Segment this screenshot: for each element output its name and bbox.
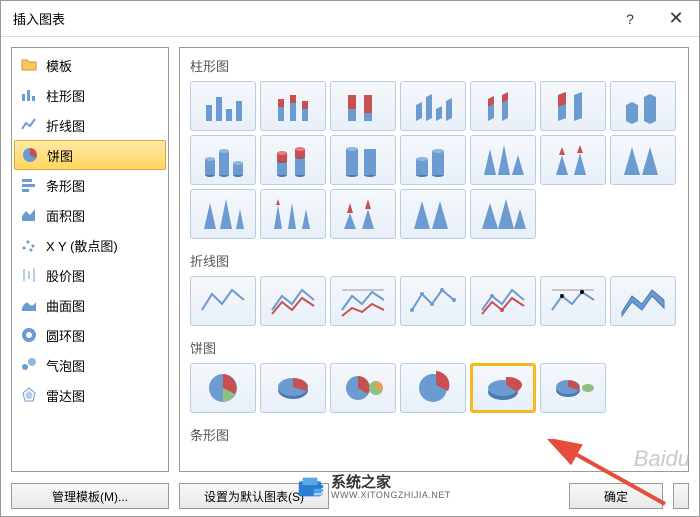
chart-grid bbox=[190, 81, 678, 239]
section-header: 折线图 bbox=[190, 247, 678, 276]
category-item-8[interactable]: 曲面图 bbox=[14, 290, 166, 320]
column-icon bbox=[20, 86, 38, 104]
radar-icon bbox=[20, 386, 38, 404]
surface-icon bbox=[20, 296, 38, 314]
ok-button[interactable]: 确定 bbox=[569, 483, 663, 509]
help-button[interactable]: ? bbox=[607, 1, 653, 37]
close-button[interactable]: ✕ bbox=[653, 1, 699, 37]
category-label: X Y (散点图) bbox=[46, 236, 118, 255]
bubble-icon bbox=[20, 356, 38, 374]
chart-tile[interactable] bbox=[470, 189, 536, 239]
chart-tile[interactable] bbox=[260, 81, 326, 131]
category-label: 饼图 bbox=[47, 146, 73, 165]
chart-grid bbox=[190, 363, 678, 413]
chart-tile[interactable] bbox=[190, 276, 256, 326]
chart-tile[interactable] bbox=[330, 135, 396, 185]
category-item-7[interactable]: 股价图 bbox=[14, 260, 166, 290]
category-item-9[interactable]: 圆环图 bbox=[14, 320, 166, 350]
chart-tile[interactable] bbox=[330, 276, 396, 326]
dialog-title: 插入图表 bbox=[13, 9, 607, 28]
chart-tile[interactable] bbox=[610, 276, 676, 326]
bar-icon bbox=[20, 176, 38, 194]
category-label: 曲面图 bbox=[46, 296, 85, 315]
section-header: 柱形图 bbox=[190, 52, 678, 81]
chart-tile[interactable] bbox=[470, 135, 536, 185]
manage-templates-button[interactable]: 管理模板(M)... bbox=[11, 483, 169, 509]
line-icon bbox=[20, 116, 38, 134]
area-icon bbox=[20, 206, 38, 224]
chart-tile[interactable] bbox=[400, 189, 466, 239]
pie-icon bbox=[21, 146, 39, 164]
chart-tile[interactable] bbox=[190, 189, 256, 239]
chart-tile[interactable] bbox=[470, 276, 536, 326]
chart-tile[interactable] bbox=[400, 81, 466, 131]
category-label: 气泡图 bbox=[46, 356, 85, 375]
chart-tile[interactable] bbox=[330, 81, 396, 131]
chart-tile[interactable] bbox=[260, 189, 326, 239]
chart-tile[interactable] bbox=[330, 363, 396, 413]
dialog-body: 模板柱形图折线图饼图条形图面积图X Y (散点图)股价图曲面图圆环图气泡图雷达图… bbox=[1, 37, 699, 482]
chart-grid bbox=[190, 276, 678, 326]
chart-tile[interactable] bbox=[400, 135, 466, 185]
chart-tile[interactable] bbox=[470, 363, 536, 413]
insert-chart-dialog: 插入图表 ? ✕ 模板柱形图折线图饼图条形图面积图X Y (散点图)股价图曲面图… bbox=[0, 0, 700, 517]
category-item-5[interactable]: 面积图 bbox=[14, 200, 166, 230]
brand-logo-icon bbox=[295, 472, 325, 502]
category-item-0[interactable]: 模板 bbox=[14, 50, 166, 80]
category-label: 柱形图 bbox=[46, 86, 85, 105]
chart-tile[interactable] bbox=[540, 363, 606, 413]
category-label: 雷达图 bbox=[46, 386, 85, 405]
section-header: 饼图 bbox=[190, 334, 678, 363]
category-item-10[interactable]: 气泡图 bbox=[14, 350, 166, 380]
category-list[interactable]: 模板柱形图折线图饼图条形图面积图 X Y (散点图) 股价图曲面图圆环图气泡图雷达图 bbox=[11, 47, 169, 472]
section-header: 条形图 bbox=[190, 421, 678, 450]
watermark: Baidu bbox=[634, 446, 690, 472]
cancel-button[interactable] bbox=[673, 483, 689, 509]
chart-tile[interactable] bbox=[540, 135, 606, 185]
chart-gallery[interactable]: 柱形图折线图饼图条形图 bbox=[179, 47, 689, 472]
chart-tile[interactable] bbox=[190, 81, 256, 131]
category-label: 折线图 bbox=[46, 116, 85, 135]
chart-tile[interactable] bbox=[190, 135, 256, 185]
chart-tile[interactable] bbox=[400, 363, 466, 413]
titlebar-controls: ? ✕ bbox=[607, 1, 699, 37]
brand-url: WWW.XITONGZHIJIA.NET bbox=[331, 490, 451, 500]
category-item-11[interactable]: 雷达图 bbox=[14, 380, 166, 410]
chart-tile[interactable] bbox=[260, 276, 326, 326]
category-label: 条形图 bbox=[46, 176, 85, 195]
chart-tile[interactable] bbox=[540, 276, 606, 326]
chart-tile[interactable] bbox=[260, 363, 326, 413]
brand-overlay: 系统之家 WWW.XITONGZHIJIA.NET bbox=[295, 472, 451, 502]
chart-tile[interactable] bbox=[470, 81, 536, 131]
doughnut-icon bbox=[20, 326, 38, 344]
chart-tile[interactable] bbox=[400, 276, 466, 326]
category-item-1[interactable]: 柱形图 bbox=[14, 80, 166, 110]
chart-tile[interactable] bbox=[540, 81, 606, 131]
category-label: 股价图 bbox=[46, 266, 85, 285]
category-item-6[interactable]: X Y (散点图) bbox=[14, 230, 166, 260]
titlebar: 插入图表 ? ✕ bbox=[1, 1, 699, 37]
chart-tile[interactable] bbox=[330, 189, 396, 239]
stock-icon bbox=[20, 266, 38, 284]
chart-tile[interactable] bbox=[610, 135, 676, 185]
chart-tile[interactable] bbox=[260, 135, 326, 185]
brand-name: 系统之家 bbox=[331, 475, 451, 490]
folder-icon bbox=[20, 56, 38, 74]
category-label: 圆环图 bbox=[46, 326, 85, 345]
chart-tile[interactable] bbox=[610, 81, 676, 131]
scatter-icon bbox=[20, 236, 38, 254]
category-label: 模板 bbox=[46, 56, 72, 75]
category-item-4[interactable]: 条形图 bbox=[14, 170, 166, 200]
chart-tile[interactable] bbox=[190, 363, 256, 413]
category-item-2[interactable]: 折线图 bbox=[14, 110, 166, 140]
left-panel: 模板柱形图折线图饼图条形图面积图 X Y (散点图) 股价图曲面图圆环图气泡图雷达图 bbox=[11, 47, 169, 472]
category-item-3[interactable]: 饼图 bbox=[14, 140, 166, 170]
category-label: 面积图 bbox=[46, 206, 85, 225]
